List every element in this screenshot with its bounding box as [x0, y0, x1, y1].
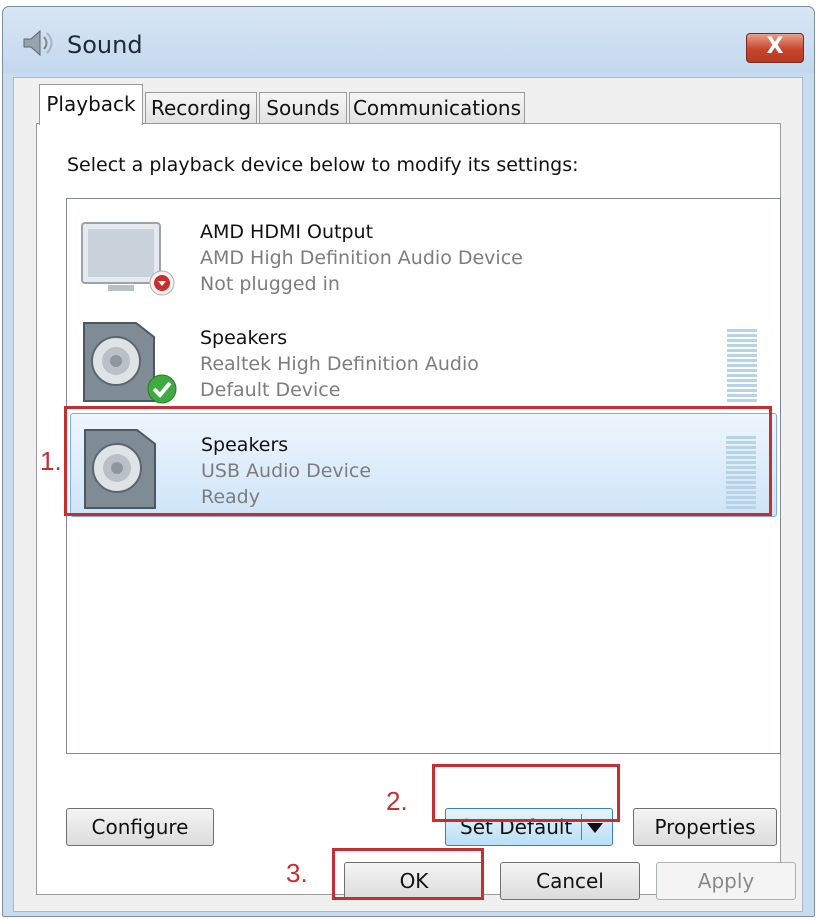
- annotation-box-set-default: [432, 764, 620, 822]
- configure-button[interactable]: Configure: [66, 808, 214, 846]
- device-item-realtek-speakers[interactable]: Speakers Realtek High Definition Audio D…: [70, 307, 777, 411]
- device-status: Default Device: [200, 379, 341, 401]
- speaker-app-icon: [23, 29, 53, 57]
- window-title: Sound: [67, 31, 143, 59]
- device-name: AMD HDMI Output: [200, 221, 374, 243]
- default-check-icon: [147, 374, 177, 404]
- instruction-text: Select a playback device below to modify…: [67, 154, 579, 176]
- dropdown-arrow-icon[interactable]: [587, 823, 603, 833]
- close-button[interactable]: X: [746, 33, 804, 63]
- annotation-step-1: 1.: [40, 446, 62, 476]
- annotation-step-2: 2.: [386, 786, 408, 816]
- annotation-step-3: 3.: [286, 858, 308, 888]
- speaker-icon: [83, 322, 177, 404]
- device-description: AMD High Definition Audio Device: [200, 247, 523, 269]
- tab-recording[interactable]: Recording: [145, 92, 257, 124]
- volume-meter: [727, 329, 757, 409]
- monitor-icon: [81, 222, 175, 296]
- device-name: Speakers: [200, 327, 288, 349]
- close-icon: X: [766, 34, 784, 59]
- device-description: Realtek High Definition Audio: [200, 353, 479, 375]
- tab-playback[interactable]: Playback: [39, 84, 143, 125]
- tab-communications[interactable]: Communications: [349, 92, 525, 124]
- device-item-amd-hdmi[interactable]: AMD HDMI Output AMD High Definition Audi…: [70, 201, 777, 305]
- title-bar[interactable]: Sound X: [3, 7, 814, 73]
- properties-button[interactable]: Properties: [633, 808, 777, 846]
- cancel-button[interactable]: Cancel: [500, 862, 640, 900]
- apply-button[interactable]: Apply: [656, 862, 796, 900]
- tab-sounds[interactable]: Sounds: [259, 92, 347, 124]
- annotation-box-ok: [332, 848, 484, 900]
- annotation-box-device: [64, 406, 772, 516]
- device-status: Not plugged in: [200, 273, 340, 295]
